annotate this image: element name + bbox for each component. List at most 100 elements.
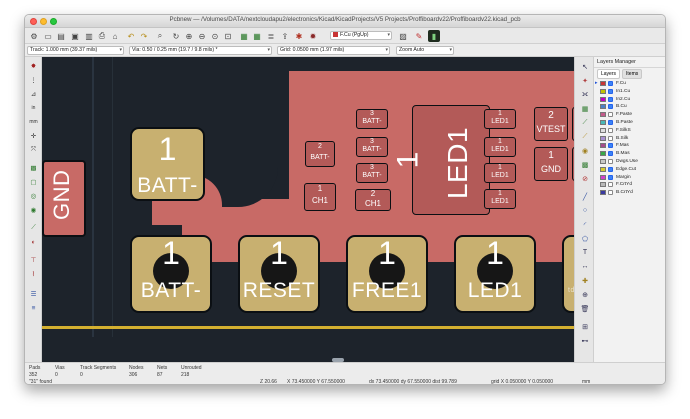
layer-row[interactable]: F.CrtYd <box>594 181 665 189</box>
layer-color-swatch[interactable] <box>600 151 606 157</box>
layer-color-swatch[interactable] <box>600 182 606 188</box>
grid-select[interactable]: Grid: 0.0500 mm (1.97 mils) ▾ <box>277 46 390 55</box>
add-arc-icon[interactable]: ◜ <box>579 219 591 230</box>
zoom-fit-icon[interactable]: ⊙ <box>209 30 221 42</box>
layer-visibility-checkbox[interactable] <box>608 81 613 86</box>
add-zone-icon[interactable]: ▩ <box>579 159 591 170</box>
add-polygon-icon[interactable]: ⬠ <box>579 233 591 244</box>
drc-marker-icon[interactable]: ✸ <box>28 61 39 71</box>
tab-items[interactable]: Items <box>622 69 643 79</box>
page-settings-icon[interactable]: ▥ <box>83 30 95 42</box>
polar-coords-icon[interactable]: ⊿ <box>28 89 39 99</box>
layer-row[interactable]: In2.Cu <box>594 96 665 104</box>
layer-row[interactable]: ▸ F.Cu <box>594 80 665 88</box>
layer-row[interactable]: B.CrtYd <box>594 189 665 197</box>
board-setup-icon[interactable]: ⚙ <box>28 30 40 42</box>
undo-icon[interactable]: ↶ <box>125 30 137 42</box>
zoom-out-icon[interactable]: ⊖ <box>196 30 208 42</box>
layer-color-swatch[interactable] <box>600 96 606 102</box>
layer-row[interactable]: F.SilkS <box>594 127 665 135</box>
layer-color-swatch[interactable] <box>600 135 606 141</box>
pad-sketch-icon[interactable]: ◎ <box>28 191 39 201</box>
layer-row[interactable]: B.Mas <box>594 150 665 158</box>
delete-icon[interactable]: 🗑 <box>579 303 591 314</box>
cursor-shape-icon[interactable]: ✛ <box>28 131 39 141</box>
redo-icon[interactable]: ↷ <box>138 30 150 42</box>
layers-manager-icon[interactable]: ☰ <box>28 289 39 299</box>
via-size-select[interactable]: Via: 0.50 / 0.25 mm (19.7 / 9.8 mils) * ▾ <box>129 46 272 55</box>
mm-units-icon[interactable]: mm <box>28 117 39 127</box>
layer-visibility-checkbox[interactable] <box>608 182 613 188</box>
layer-visibility-checkbox[interactable] <box>608 174 613 180</box>
layer-color-swatch[interactable] <box>600 174 606 180</box>
tab-layers[interactable]: Layers <box>597 69 621 79</box>
footprint-viewer-icon[interactable]: ▦ <box>251 30 263 42</box>
add-via-icon[interactable]: ◉ <box>579 145 591 156</box>
inch-units-icon[interactable]: in <box>28 103 39 113</box>
zone-outline-icon[interactable]: ▢ <box>28 177 39 187</box>
layer-row[interactable]: F.Mas <box>594 142 665 150</box>
layer-color-swatch[interactable] <box>600 190 606 196</box>
bug-icon[interactable]: ✹ <box>307 30 319 42</box>
drill-origin-icon[interactable]: ⊕ <box>579 289 591 300</box>
measure-icon[interactable]: ⊷ <box>579 335 591 346</box>
grid-toggle-icon[interactable]: ⋮ <box>28 75 39 85</box>
update-pcb-icon[interactable]: ⇪ <box>279 30 291 42</box>
local-ratsnest-icon[interactable]: ⟗ <box>579 89 591 100</box>
layer-row[interactable]: B.Paste <box>594 119 665 127</box>
add-line-icon[interactable]: ╱ <box>579 191 591 202</box>
layer-visibility-checkbox[interactable] <box>608 143 613 149</box>
layer-visibility-checkbox[interactable] <box>608 190 613 196</box>
add-dimension-icon[interactable]: ↔ <box>579 261 591 272</box>
drc-icon[interactable]: ✱ <box>293 30 305 42</box>
layer-visibility-checkbox[interactable] <box>608 151 613 157</box>
layer-visibility-checkbox[interactable] <box>608 127 613 133</box>
footprint-editor-icon[interactable]: ▦ <box>238 30 250 42</box>
zone-fill-icon[interactable]: ▩ <box>28 163 39 173</box>
layer-alignment-icon[interactable]: ✚ <box>579 275 591 286</box>
layer-row[interactable]: B.Cu <box>594 103 665 111</box>
layer-visibility-checkbox[interactable] <box>608 158 613 164</box>
highlight-net-icon[interactable]: ✦ <box>579 75 591 86</box>
layers-toggle-icon[interactable]: ≡ <box>28 303 39 313</box>
layer-visibility-checkbox[interactable] <box>608 135 613 141</box>
zoom-selection-icon[interactable]: ⊡ <box>222 30 234 42</box>
layer-select[interactable]: F.Cu (PgUp) ▾ <box>330 31 392 40</box>
layer-visibility-checkbox[interactable] <box>608 119 613 125</box>
add-circle-icon[interactable]: ○ <box>579 205 591 216</box>
add-text-icon[interactable]: T <box>579 247 591 258</box>
layer-row[interactable]: B.Silk <box>594 135 665 143</box>
layer-row[interactable]: In1.Cu <box>594 88 665 96</box>
refresh-icon[interactable]: ↻ <box>170 30 182 42</box>
layer-color-swatch[interactable] <box>600 104 606 110</box>
module-text-icon[interactable]: ⊤ <box>28 255 39 265</box>
save-board-icon[interactable]: ▣ <box>69 30 81 42</box>
route-track-icon[interactable]: ⟋ <box>579 117 591 128</box>
layer-row[interactable]: Margin <box>594 174 665 182</box>
track-sketch-icon[interactable]: ⟋ <box>28 223 39 233</box>
layer-row[interactable]: Edge.Cut <box>594 166 665 174</box>
layer-color-swatch[interactable] <box>600 81 606 86</box>
track-width-select[interactable]: Track: 1.000 mm (39.37 mils) ▾ <box>27 46 124 55</box>
layer-visibility-checkbox[interactable] <box>608 88 613 94</box>
layer-color-swatch[interactable] <box>600 127 606 133</box>
layer-color-swatch[interactable] <box>600 158 606 164</box>
via-sketch-icon[interactable]: ◉ <box>28 205 39 215</box>
print-icon[interactable]: ⎙ <box>96 30 108 42</box>
netlist-icon[interactable]: ≣ <box>265 30 277 42</box>
new-board-icon[interactable]: ▭ <box>42 30 54 42</box>
layer-color-swatch[interactable] <box>600 112 606 118</box>
layer-visibility-checkbox[interactable] <box>608 96 613 102</box>
route-diff-pair-icon[interactable]: ⟋ <box>579 131 591 142</box>
grid-origin-icon[interactable]: ⊞ <box>579 321 591 332</box>
select-arrow-icon[interactable]: ↖ <box>579 61 591 72</box>
scripting-console-icon[interactable]: ✎ <box>413 30 425 42</box>
layer-visibility-checkbox[interactable] <box>608 104 613 110</box>
layer-color-swatch[interactable] <box>600 143 606 149</box>
ratsnest-icon[interactable]: ⤧ <box>28 145 39 155</box>
keepout-icon[interactable]: ⊘ <box>579 173 591 184</box>
python-console-icon[interactable]: ▮ <box>428 30 440 42</box>
layer-color-swatch[interactable] <box>600 88 606 94</box>
layer-row[interactable]: F.Paste <box>594 111 665 119</box>
microwave-icon[interactable]: ⌇ <box>28 269 39 279</box>
